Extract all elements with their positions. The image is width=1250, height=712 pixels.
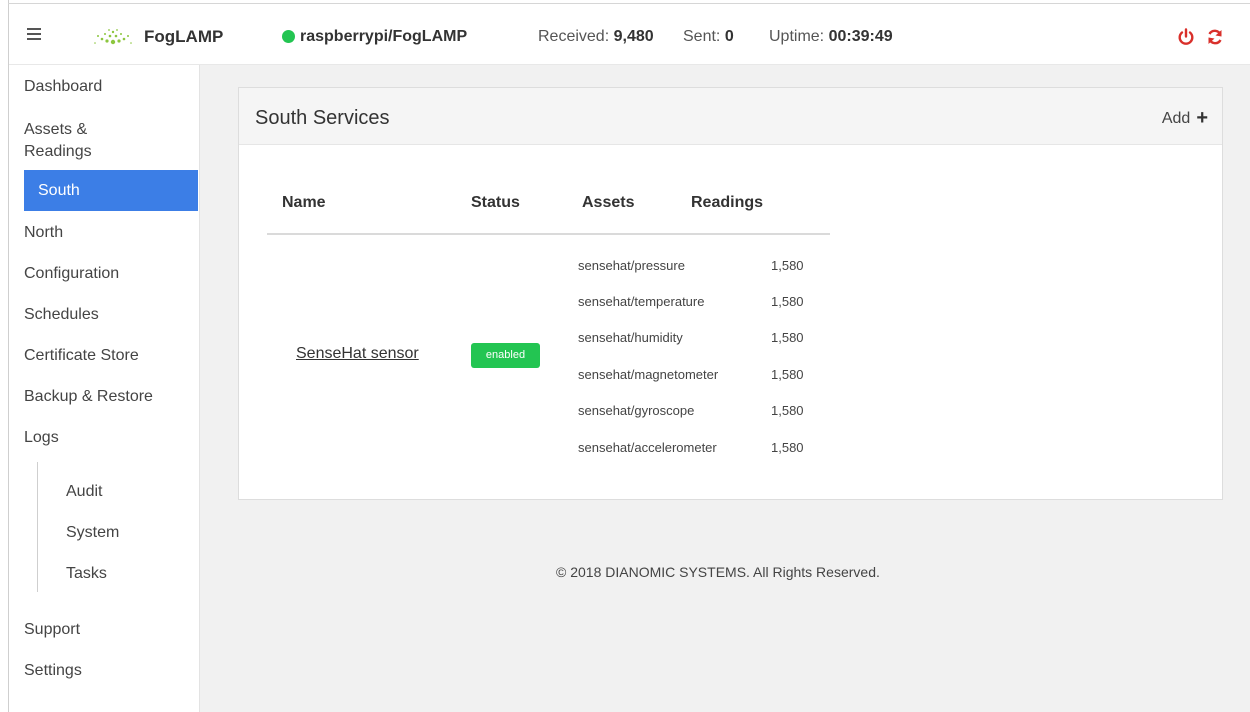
sidebar-item-support[interactable]: Support [24,619,194,641]
uptime-stat: Uptime: 00:39:49 [769,28,893,46]
sent-label: Sent: [683,28,721,45]
uptime-label: Uptime: [769,28,825,45]
column-header-name: Name [282,194,326,211]
received-stat: Received: 9,480 [538,28,654,46]
sidebar-item-system[interactable]: System [66,522,186,544]
sidebar-item-logs[interactable]: Logs [24,427,194,449]
shutdown-power-icon[interactable] [1177,28,1195,46]
app-brand[interactable]: FogLAMP [144,27,223,47]
sidebar-nav: Dashboard Assets & Readings South North … [9,65,200,712]
asset-link[interactable]: sensehat/humidity [578,330,683,345]
table-header-divider [267,233,830,235]
add-service-button[interactable]: Add + [1162,107,1208,130]
received-value: 9,480 [613,28,654,45]
sent-value: 0 [724,28,734,45]
received-label: Received: [538,28,610,45]
sidebar-item-south[interactable]: South [24,170,198,211]
asset-readings-count: 1,580 [771,403,804,418]
sidebar-item-label: South [38,182,80,199]
sidebar-item-certificate-store[interactable]: Certificate Store [24,345,194,367]
asset-link[interactable]: sensehat/accelerometer [578,440,717,455]
foglamp-logo-icon [94,29,132,45]
column-header-status: Status [471,194,520,211]
sidebar-item-backup-restore[interactable]: Backup & Restore [24,386,194,408]
asset-link[interactable]: sensehat/magnetometer [578,367,718,382]
sidebar-item-dashboard[interactable]: Dashboard [24,76,194,98]
asset-readings-count: 1,580 [771,294,804,309]
asset-readings-count: 1,580 [771,440,804,455]
sidebar-item-assets-readings[interactable]: Assets & Readings [24,119,134,163]
asset-readings-count: 1,580 [771,330,804,345]
asset-link[interactable]: sensehat/pressure [578,258,685,273]
service-name-link[interactable]: SenseHat sensor [296,345,419,363]
restart-refresh-icon[interactable] [1206,28,1224,46]
asset-link[interactable]: sensehat/gyroscope [578,403,694,418]
logs-submenu-rail [37,462,38,592]
main-content: South Services Add + Name Status Assets R… [200,65,1250,712]
asset-readings-count: 1,580 [771,258,804,273]
sidebar-item-audit[interactable]: Audit [66,481,186,503]
sidebar-item-north[interactable]: North [24,222,194,244]
connection-name: raspberrypi/FogLAMP [300,28,468,45]
column-header-assets: Assets [582,194,635,211]
card-header: South Services Add + [239,88,1222,145]
asset-readings-count: 1,580 [771,367,804,382]
sidebar-item-settings[interactable]: Settings [24,660,194,682]
connection-status-indicator [282,30,295,43]
footer-copyright: © 2018 DIANOMIC SYSTEMS. All Rights Rese… [556,564,880,580]
south-services-card: South Services Add + Name Status Assets R… [238,87,1223,500]
column-header-readings: Readings [691,194,764,211]
asset-link[interactable]: sensehat/temperature [578,294,704,309]
status-badge: enabled [471,343,540,368]
top-navbar: FogLAMP raspberrypi/FogLAMP Received: 9,… [9,4,1250,65]
sent-stat: Sent: 0 [683,28,734,46]
sidebar-item-schedules[interactable]: Schedules [24,304,194,326]
hamburger-menu-icon[interactable] [27,28,41,40]
add-label: Add [1161,110,1191,127]
uptime-value: 00:39:49 [828,28,893,45]
plus-icon: + [1196,107,1208,129]
sidebar-item-tasks[interactable]: Tasks [66,563,186,585]
page-title: South Services [255,107,390,129]
sidebar-item-configuration[interactable]: Configuration [24,263,194,285]
